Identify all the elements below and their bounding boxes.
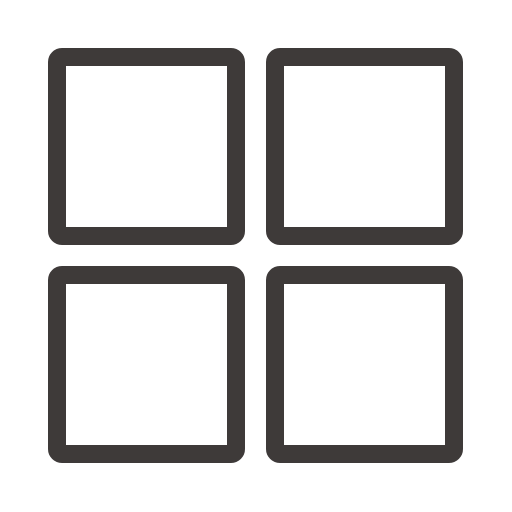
top-right-tile [266, 48, 463, 245]
bottom-left-tile [48, 266, 245, 463]
top-left-tile [48, 48, 245, 245]
bottom-right-tile [266, 266, 463, 463]
icon-canvas [0, 0, 512, 512]
grid-view-icon [48, 48, 463, 463]
